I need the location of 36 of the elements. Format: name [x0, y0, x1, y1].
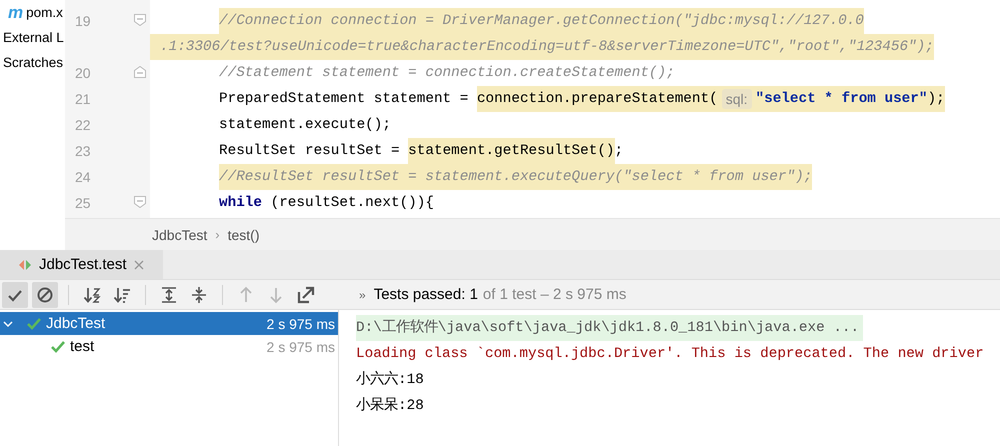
line-number: 23 — [75, 143, 92, 159]
breadcrumb-item[interactable]: JdbcTest — [152, 226, 208, 242]
project-item[interactable]: Scratches — [3, 55, 64, 70]
fold-marker-icon[interactable] — [134, 196, 146, 208]
code-line: ResultSet resultSet = statement.getResultSet(); — [150, 138, 1000, 164]
run-tab[interactable]: JdbcTest.test — [0, 250, 163, 279]
code-line: statement.execute(); — [218, 116, 392, 135]
line-number: 19 — [75, 13, 92, 29]
project-item[interactable]: External L — [3, 30, 64, 45]
line-number: 22 — [75, 117, 92, 133]
fold-marker-icon[interactable] — [134, 14, 146, 26]
check-icon[interactable] — [2, 282, 28, 308]
fold-marker-icon[interactable] — [134, 66, 146, 78]
console-line: Loading class `com.mysql.jdbc.Driver'. This is deprecated. The new driver — [356, 345, 985, 364]
console-line: 小六六:18 — [356, 370, 425, 390]
project-item[interactable]: pom.x — [26, 5, 63, 20]
more-button[interactable]: » — [359, 288, 366, 302]
console-line: 小呆呆:28 — [356, 396, 425, 416]
line-number: 25 — [75, 195, 92, 211]
code-line: //Statement statement = connection.createStatement(); — [218, 64, 676, 83]
test-tree-row[interactable]: JdbcTest 2 s 975 ms — [0, 312, 338, 335]
code-line: PreparedStatement statement = connection.prepareStatement( sql: "select * from user"); — [150, 86, 1000, 112]
maven-icon: m — [8, 4, 24, 21]
tests-status: Tests passed: 1 — [374, 286, 478, 303]
duration: 2 s 975 ms — [266, 316, 335, 332]
tests-summary: of 1 test – 2 s 975 ms — [482, 286, 626, 303]
breadcrumb-item[interactable]: test() — [228, 226, 260, 242]
line-number: 24 — [75, 169, 92, 185]
line-number: 21 — [75, 91, 92, 107]
duration: 2 s 975 ms — [266, 338, 335, 354]
run-config-icon — [18, 258, 32, 272]
test-tree-row[interactable]: test 2 s 975 ms — [0, 335, 338, 358]
code-line: while (resultSet.next()){ — [218, 194, 435, 213]
line-number: 20 — [75, 65, 92, 81]
stop-icon[interactable] — [32, 282, 58, 308]
breadcrumb-separator: › — [215, 227, 220, 242]
